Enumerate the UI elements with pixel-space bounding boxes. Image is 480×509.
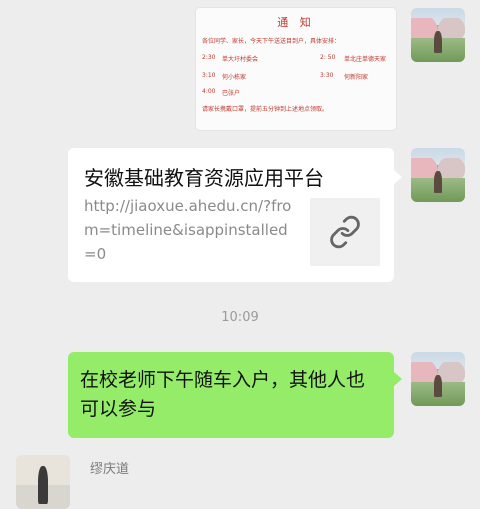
notice-row-3-left-time: 4:00	[202, 88, 216, 95]
link-card-url: http://jiaoxue.ahedu.cn/?from=timeline&i…	[84, 197, 292, 263]
notice-intro: 各位同学、家长，今天下午送送目到户，具体安排：	[202, 38, 341, 45]
notice-row-2-right-time: 3:30	[320, 72, 334, 79]
my-avatar[interactable]	[411, 8, 465, 62]
notice-row-2-left-place: 何小栋家	[222, 74, 247, 81]
notice-row-2-right-place: 何新阳家	[344, 74, 369, 81]
message-text: 在校老师下午随车入户，其他人也可以参与	[80, 369, 366, 420]
notice-footer: 请家长携戴口罩，提前五分钟到上述地点领取。	[202, 106, 329, 113]
link-card-thumbnail	[310, 198, 380, 266]
my-avatar[interactable]	[411, 148, 465, 202]
notice-title: 通 知	[277, 16, 315, 29]
link-card-message[interactable]: 安徽基础教育资源应用平台 http://jiaoxue.ahedu.cn/?fr…	[68, 148, 402, 282]
sender-avatar[interactable]	[16, 455, 70, 509]
notice-row-2-left-time: 3:10	[202, 72, 216, 79]
link-card-title: 安徽基础教育资源应用平台	[84, 166, 324, 190]
notice-row-1-right-time: 2: 50	[320, 54, 336, 61]
notice-row-1-left-time: 2:30	[202, 54, 216, 61]
notice-row-1-right-place: 单北庄单德天家	[344, 56, 387, 63]
sender-name: 缪庆道	[90, 462, 130, 477]
my-avatar[interactable]	[411, 352, 465, 406]
notice-row-1-left-place: 单大圩村委会	[222, 56, 259, 63]
notice-image-message[interactable]: 通 知 各位同学、家长，今天下午送送目到户，具体安排： 2:30 单大圩村委会 …	[196, 8, 396, 130]
link-icon	[330, 215, 360, 249]
outgoing-text-message[interactable]: 在校老师下午随车入户，其他人也可以参与	[68, 352, 402, 438]
notice-row-3-left-place: 巴张户	[222, 90, 241, 97]
message-timestamp: 10:09	[221, 310, 259, 325]
